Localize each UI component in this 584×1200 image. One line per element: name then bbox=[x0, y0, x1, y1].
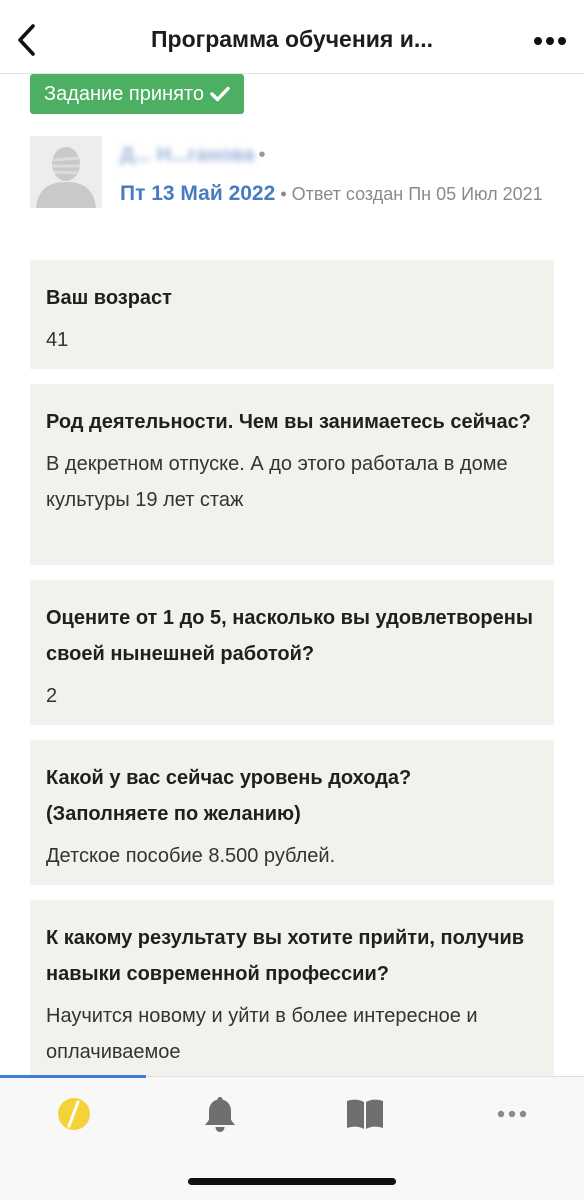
book-icon bbox=[347, 1099, 383, 1129]
answer-card-age: Ваш возраст 41 bbox=[30, 260, 554, 369]
app-logo-icon bbox=[58, 1098, 90, 1130]
home-indicator[interactable] bbox=[188, 1178, 396, 1185]
card-question: Ваш возраст bbox=[46, 287, 172, 309]
tab-library[interactable] bbox=[335, 1091, 395, 1137]
card-question: Род деятельности. Чем вы занимаетесь сей… bbox=[46, 411, 531, 433]
answer-content[interactable]: Задание принято Д... Н...ганова • Пт 13 М… bbox=[0, 74, 584, 1076]
card-question: Оцените от 1 до 5, насколько вы удовлетв… bbox=[46, 607, 533, 665]
author-separator: • bbox=[258, 144, 266, 166]
answer-card-goal: К какому результату вы хотите прийти, по… bbox=[30, 900, 554, 1076]
author-block: Д... Н...ганова • Пт 13 Май 2022 • Ответ … bbox=[30, 136, 560, 266]
card-question: К какому результату вы хотите прийти, по… bbox=[46, 927, 525, 985]
top-bar: Программа обучения и... bbox=[0, 0, 584, 74]
tab-more[interactable] bbox=[482, 1091, 542, 1137]
scroll-progress-bar bbox=[0, 1075, 146, 1078]
card-question: Какой у вас сейчас уровень дохода? (Запо… bbox=[46, 767, 412, 825]
created-label: • Ответ создан Пн 05 Июл 2021 bbox=[280, 184, 543, 204]
bell-icon bbox=[205, 1097, 235, 1132]
answer-card-income: Какой у вас сейчас уровень дохода? (Запо… bbox=[30, 740, 554, 885]
more-dots-icon bbox=[497, 1110, 527, 1118]
more-menu-button[interactable] bbox=[530, 26, 570, 56]
card-answer: 41 bbox=[46, 329, 69, 351]
answer-card-satisfaction: Оцените от 1 до 5, насколько вы удовлетв… bbox=[30, 580, 554, 725]
tab-notifications[interactable] bbox=[190, 1091, 250, 1137]
answer-date: Пт 13 Май 2022 bbox=[120, 182, 276, 205]
card-answer: 2 bbox=[46, 685, 58, 707]
card-answer: В декретном отпуске. А до этого работала… bbox=[46, 453, 508, 511]
avatar[interactable] bbox=[30, 136, 102, 208]
answer-card-occupation: Род деятельности. Чем вы занимаетесь сей… bbox=[30, 384, 554, 565]
tab-home[interactable] bbox=[44, 1091, 104, 1137]
author-name-text: Д... Н...ганова bbox=[120, 144, 255, 166]
card-answer: Научится новому и уйти в более интересно… bbox=[46, 1005, 478, 1063]
card-answer: Детское пособие 8.500 рублей. bbox=[46, 845, 336, 867]
back-button[interactable] bbox=[8, 18, 44, 62]
author-name[interactable]: Д... Н...ганова • bbox=[120, 144, 266, 167]
answer-meta: Пт 13 Май 2022 • Ответ создан Пн 05 Июл … bbox=[120, 176, 560, 212]
chevron-left-icon bbox=[18, 24, 35, 56]
user-silhouette-icon bbox=[30, 136, 102, 208]
page-title: Программа обучения и... bbox=[151, 26, 433, 52]
more-dots-icon bbox=[534, 37, 566, 45]
status-badge-label: Задание принято bbox=[44, 82, 204, 105]
checkmark-icon bbox=[210, 86, 230, 102]
status-badge: Задание принято bbox=[30, 74, 244, 114]
